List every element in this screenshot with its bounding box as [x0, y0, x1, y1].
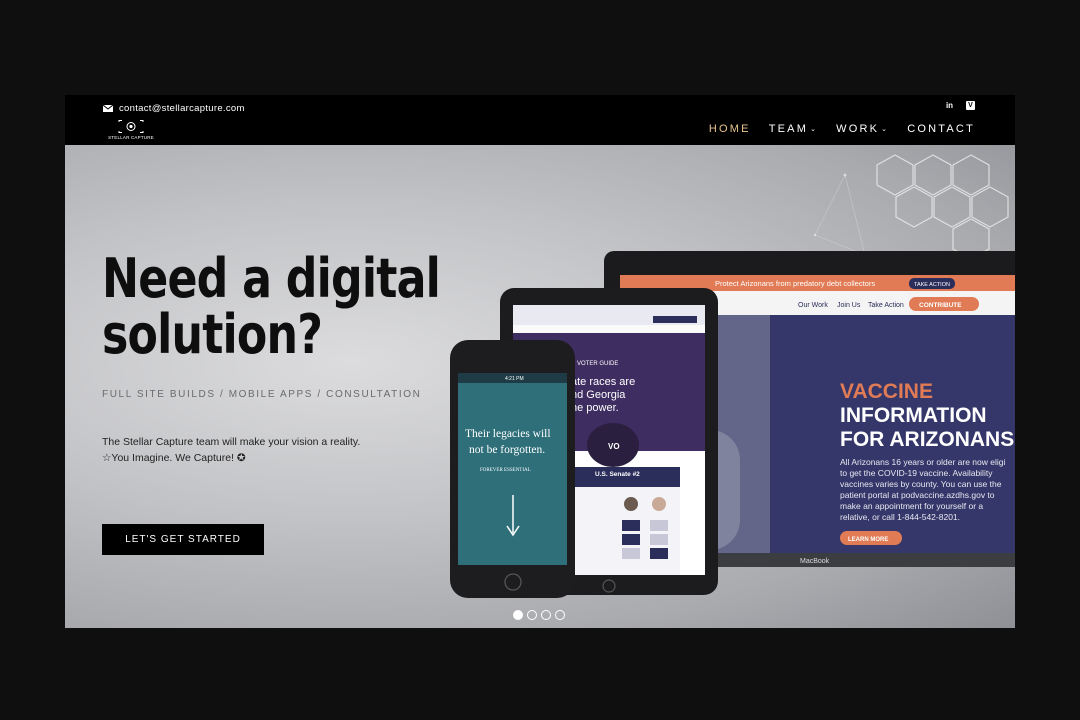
slide-dot-4[interactable]	[555, 610, 565, 620]
slide-dot-1[interactable]	[513, 610, 523, 620]
nav-contact[interactable]: CONTACT	[907, 123, 975, 135]
get-started-button[interactable]: LET'S GET STARTED	[102, 524, 264, 555]
hero-body-line-2: ☆You Imagine. We Capture! ✪	[102, 452, 246, 464]
laptop-body-line-3: vaccines varies by county. You can use t…	[840, 479, 1002, 489]
phone-status-time: 4:21 PM	[505, 376, 524, 382]
slide-dot-2[interactable]	[527, 610, 537, 620]
laptop-banner-button: TAKE ACTION	[914, 282, 950, 288]
tablet-senate-title: U.S. Senate #2	[595, 471, 640, 478]
laptop-title-line-3: FOR ARIZONANS	[840, 428, 1014, 451]
tablet-vo-text: VO	[608, 442, 620, 451]
nav-home[interactable]: HOME	[709, 123, 751, 135]
laptop-contribute-button: CONTRIBUTE	[919, 302, 962, 309]
nav-contact-label: CONTACT	[907, 123, 975, 135]
slide-dot-3[interactable]	[541, 610, 551, 620]
contact-email-text: contact@stellarcapture.com	[119, 103, 245, 114]
hero-subline: FULL SITE BUILDS / MOBILE APPS / CONSULT…	[102, 389, 422, 400]
laptop-nav-join-us: Join Us	[837, 302, 861, 309]
tablet-line-3: he power.	[571, 402, 619, 414]
laptop-title-line-1: VACCINE	[840, 380, 933, 403]
top-header: contact@stellarcapture.com in V STELLAR …	[65, 95, 1015, 145]
nav-home-label: HOME	[708, 123, 751, 135]
laptop-body-line-2: to get the COVID-19 vaccine. Availabilit…	[840, 468, 993, 478]
laptop-brand-label: MacBook	[800, 558, 830, 565]
hero-headline: Need a digital solution?	[102, 247, 441, 366]
device-mockups-image: Protect Arizonans from predatory debt co…	[450, 251, 1015, 598]
chevron-down-icon: ⌄	[881, 126, 890, 133]
laptop-body-line-5: make an appointment for yourself or a	[840, 501, 983, 511]
social-links: in V	[945, 101, 975, 110]
phone-quote-line-2: not be forgotten.	[469, 444, 545, 456]
laptop-banner-text: Protect Arizonans from predatory debt co…	[715, 279, 875, 288]
linkedin-icon[interactable]: in	[945, 101, 954, 110]
camera-logo-icon	[118, 120, 144, 133]
tablet-line-1: ate races are	[571, 376, 635, 388]
laptop-title-line-2: INFORMATION	[840, 404, 987, 427]
vimeo-icon[interactable]: V	[966, 101, 975, 110]
slider-pagination	[513, 610, 565, 620]
laptop-learn-more: LEARN MORE	[848, 537, 888, 543]
nav-team-label: TEAM	[768, 123, 809, 135]
laptop-body-line-4: patient portal at podvaccine.azdhs.gov t…	[840, 490, 995, 500]
phone-tag-text: FOREVER ESSENTIAL	[480, 468, 531, 473]
contact-email-link[interactable]: contact@stellarcapture.com	[103, 103, 245, 114]
laptop-nav-take-action: Take Action	[868, 302, 904, 309]
hero-body-line-1: The Stellar Capture team will make your …	[102, 436, 361, 448]
laptop-body-line-6: relative, or call 1-844-542-8201.	[840, 512, 960, 522]
headline-line-2: solution?	[102, 303, 323, 366]
mail-icon	[103, 105, 113, 112]
phone-quote-line-1: Their legacies will	[465, 428, 551, 440]
nav-work[interactable]: WORK ⌄	[836, 123, 889, 135]
laptop-nav-our-work: Our Work	[798, 302, 828, 309]
hero-slider: Need a digital solution? FULL SITE BUILD…	[65, 145, 1015, 628]
tablet-line-2: nd Georgia	[571, 389, 626, 401]
nav-work-label: WORK	[836, 123, 880, 135]
nav-team[interactable]: TEAM ⌄	[769, 123, 818, 135]
laptop-body-line-1: All Arizonans 16 years or older are now …	[840, 457, 1005, 467]
stellar-capture-logo[interactable]: STELLAR CAPTURE	[107, 120, 155, 142]
main-nav: HOME TEAM ⌄ WORK ⌄ CONTACT	[709, 123, 975, 135]
phone-mockup: 4:21 PM Their legacies will not be forgo…	[450, 340, 575, 598]
headline-line-1: Need a digital	[102, 247, 441, 310]
tablet-guide-label: VOTER GUIDE	[577, 361, 618, 367]
hero-body: The Stellar Capture team will make your …	[102, 434, 360, 466]
website-frame: contact@stellarcapture.com in V STELLAR …	[65, 95, 1015, 628]
logo-text: STELLAR CAPTURE	[108, 135, 154, 140]
chevron-down-icon: ⌄	[810, 126, 819, 133]
